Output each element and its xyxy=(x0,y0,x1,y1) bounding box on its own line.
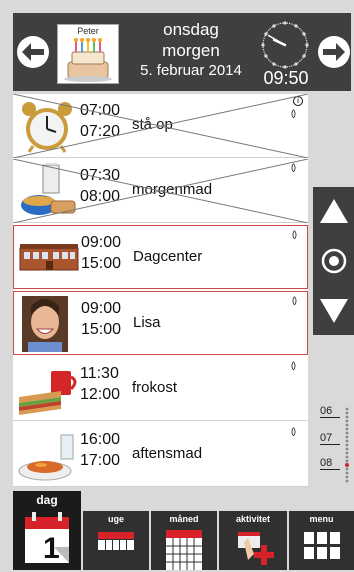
info-icon[interactable]: i xyxy=(293,96,303,106)
scale-label: 08 xyxy=(320,457,340,470)
activity-label: stå op xyxy=(132,116,173,133)
duration-indicator-icon: () xyxy=(291,360,296,370)
activity-row-frokost[interactable]: 11:30 12:00 frokost () xyxy=(13,357,308,421)
tab-menu[interactable]: menu xyxy=(289,511,354,570)
add-activity-icon xyxy=(238,532,274,565)
scroll-up-button[interactable] xyxy=(313,187,354,235)
activity-times: 09:00 15:00 xyxy=(81,300,122,338)
activity-row-aftensmad[interactable]: 16:00 17:00 aftensmad () xyxy=(13,423,308,487)
tab-aktivitet[interactable]: aktivitet xyxy=(219,511,287,570)
birthday-cake-icon xyxy=(64,38,112,82)
activity-label: aftensmad xyxy=(132,445,203,462)
tab-dag[interactable]: dag 1 xyxy=(13,491,81,570)
day-period-label: morgen xyxy=(162,41,220,60)
digital-time: 09:50 xyxy=(263,68,309,88)
tab-maned[interactable]: måned xyxy=(151,511,217,570)
scroll-controls xyxy=(313,187,354,335)
activity-times: 09:00 15:00 xyxy=(81,234,122,272)
duration-indicator-icon: () xyxy=(291,426,296,436)
activity-times: 16:00 17:00 xyxy=(80,431,121,469)
activity-row-morgenmad[interactable]: 07:30 08:00 morgenmad () xyxy=(13,159,308,223)
person-photo-icon xyxy=(22,296,68,352)
scale-label: 06 xyxy=(320,405,340,418)
activity-label: frokost xyxy=(132,379,178,396)
weekday-label: onsdag xyxy=(163,20,219,39)
date-label: 5. februar 2014 xyxy=(140,62,242,79)
person-name: Peter xyxy=(77,26,99,36)
scroll-to-now-button[interactable] xyxy=(313,237,354,285)
sandwich-icon xyxy=(19,371,77,415)
day-calendar-icon: 1 xyxy=(25,512,69,565)
daycenter-building-icon xyxy=(19,244,79,271)
previous-day-button[interactable] xyxy=(17,36,49,68)
activity-times: 07:30 08:00 xyxy=(80,167,121,205)
triangle-down-icon xyxy=(319,299,348,323)
target-icon xyxy=(321,248,346,274)
duration-indicator-icon: () xyxy=(292,229,297,239)
activity-row-lisa[interactable]: 09:00 15:00 Lisa () xyxy=(13,291,308,355)
activity-row-sta-op[interactable]: 07:00 07:20 stå op i () xyxy=(13,94,308,158)
duration-indicator-icon: () xyxy=(291,108,296,118)
dinner-plate-icon xyxy=(18,434,74,481)
activity-row-dagcenter[interactable]: 09:00 15:00 Dagcenter () xyxy=(13,225,308,289)
triangle-up-icon xyxy=(319,199,348,223)
activity-label: morgenmad xyxy=(132,181,213,198)
activity-list[interactable]: 07:00 07:20 stå op i () 07:30 08:00 morg… xyxy=(13,94,308,487)
arrow-left-icon xyxy=(22,43,44,61)
person-card[interactable]: Peter xyxy=(57,24,119,84)
analog-clock-icon xyxy=(260,20,310,70)
alarm-clock-icon xyxy=(22,102,72,153)
header: Peter onsdag morgen 5. februar 2014 09:5… xyxy=(13,13,351,91)
tab-uge[interactable]: uge xyxy=(83,511,149,570)
menu-grid-icon xyxy=(303,532,340,559)
scroll-down-button[interactable] xyxy=(313,287,354,335)
activity-times: 07:00 07:20 xyxy=(80,102,121,140)
scale-dots xyxy=(345,407,349,483)
month-calendar-icon xyxy=(166,530,202,570)
arrow-right-icon xyxy=(323,43,345,61)
next-day-button[interactable] xyxy=(318,36,350,68)
date-display: onsdag morgen 5. februar 2014 xyxy=(121,19,261,81)
activity-label: Lisa xyxy=(133,314,161,331)
activity-label: Dagcenter xyxy=(133,248,203,265)
activity-times: 11:30 12:00 xyxy=(80,365,121,403)
bottom-navigation: dag 1 uge måned aktivitet menu xyxy=(13,491,354,570)
duration-indicator-icon: () xyxy=(291,162,296,172)
duration-indicator-icon: () xyxy=(292,295,297,305)
week-calendar-icon xyxy=(98,532,134,550)
scale-label: 07 xyxy=(320,432,340,445)
breakfast-icon xyxy=(21,163,76,215)
time-scale[interactable]: 06 07 08 xyxy=(320,405,352,485)
